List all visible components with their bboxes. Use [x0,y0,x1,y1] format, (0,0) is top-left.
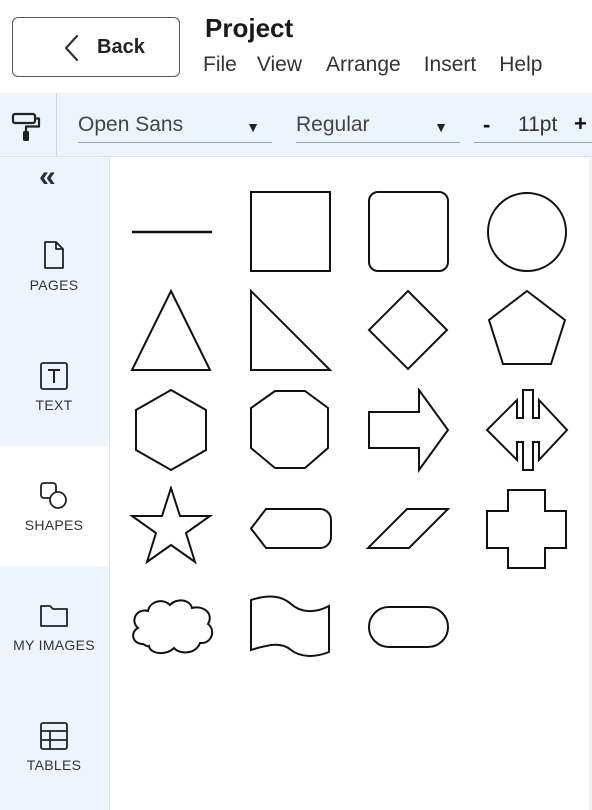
cloud-shape[interactable] [128,596,216,658]
sidebar-item-label: PAGES [29,277,79,293]
octagon-shape[interactable] [248,388,334,474]
wave-banner-shape[interactable] [248,594,334,662]
back-label: Back [97,36,145,58]
shapes-icon [40,482,67,509]
sidebar-item-text[interactable]: TEXT [0,326,109,446]
square-shape[interactable] [248,188,334,274]
page-icon [44,241,64,269]
menu-view[interactable]: View [257,53,302,77]
format-toolbar: Open Sans ▼ Regular ▼ - 11pt + [0,93,592,157]
menu-file[interactable]: File [203,53,237,77]
font-weight-value: Regular [296,113,370,136]
menu-bar: File View Arrange Insert Help [203,53,542,77]
menu-insert[interactable]: Insert [424,53,477,77]
sidebar-item-my-images[interactable]: MY IMAGES [0,566,109,686]
caret-down-icon: ▼ [246,119,260,135]
increase-size-button[interactable]: + [574,111,587,137]
sidebar-item-label: SHAPES [24,517,84,533]
sidebar-item-label: TEXT [35,397,73,413]
collapse-sidebar-icon[interactable]: « [39,162,56,192]
caret-down-icon: ▼ [434,119,448,135]
font-weight-select[interactable]: Regular ▼ [296,113,460,143]
triangle-shape[interactable] [128,288,216,374]
folder-icon [40,605,68,627]
chevron-left-icon [64,34,79,62]
right-triangle-shape[interactable] [248,288,334,374]
sidebar-item-shapes[interactable]: SHAPES [0,446,109,566]
rounded-square-shape[interactable] [366,188,452,274]
font-size-value[interactable]: 11pt [518,113,557,137]
header: Back Project File View Arrange Insert He… [0,0,592,93]
font-family-select[interactable]: Open Sans ▼ [78,113,272,143]
tag-shape[interactable] [248,504,334,554]
arrow-right-shape[interactable] [366,388,452,474]
menu-arrange[interactable]: Arrange [326,53,401,77]
font-family-value: Open Sans [78,113,184,136]
line-shape[interactable] [128,188,216,274]
sidebar-item-tables[interactable]: TABLES [0,686,109,806]
text-icon [40,362,68,390]
menu-help[interactable]: Help [499,53,542,77]
cross-shape[interactable] [485,486,571,572]
pentagon-shape[interactable] [485,288,571,374]
sidebar: « PAGES TEXT SHAPES MY IMAGES TABLES [0,158,110,810]
decrease-size-button[interactable]: - [483,112,490,138]
hexagon-shape[interactable] [128,388,216,474]
format-painter-button[interactable] [0,93,57,157]
diamond-shape[interactable] [366,288,452,374]
font-size-stepper: - 11pt + [474,111,592,143]
table-icon [40,722,68,750]
double-arrow-shape[interactable] [485,388,571,474]
back-button[interactable]: Back [12,17,180,77]
parallelogram-shape[interactable] [366,504,452,554]
star-shape[interactable] [128,486,216,566]
pill-shape[interactable] [366,604,452,650]
sidebar-item-label: MY IMAGES [13,637,95,653]
sidebar-item-label: TABLES [26,757,82,773]
sidebar-item-pages[interactable]: PAGES [0,206,109,326]
circle-shape[interactable] [485,188,571,274]
page-title: Project [205,13,294,43]
shapes-panel [110,158,592,810]
paint-roller-icon [11,112,41,141]
